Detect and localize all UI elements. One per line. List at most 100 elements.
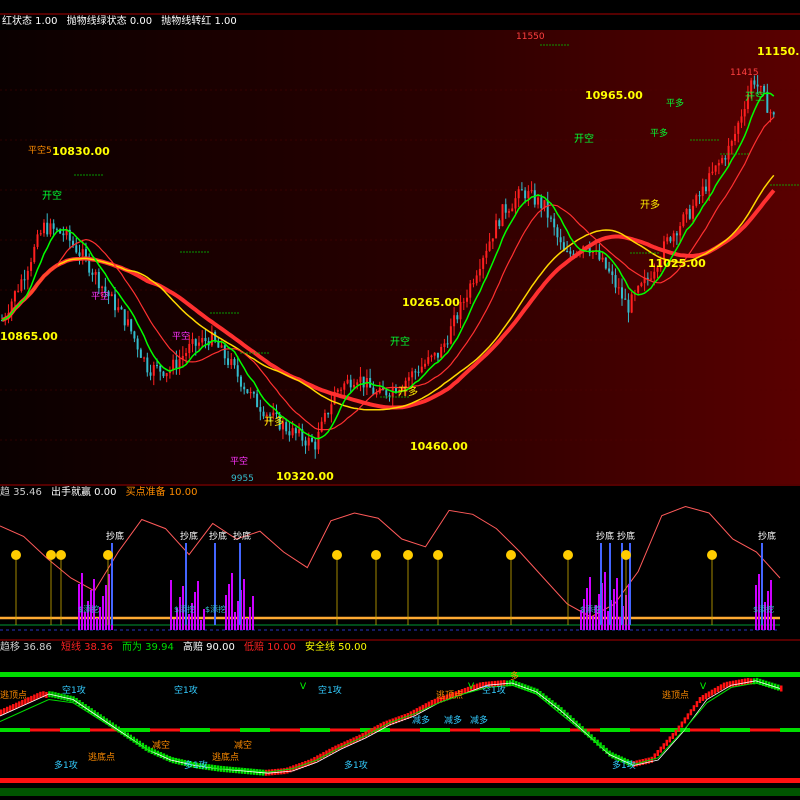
candle-body [514,198,517,209]
price-label-10320: 10320.00 [276,470,334,483]
signal-open-short: 开空 [42,191,62,202]
candle-body [117,307,120,311]
candle-body [449,326,452,344]
candle-body [685,208,688,215]
candle-body [62,233,65,236]
candle-body [666,237,669,242]
candle-body [540,197,543,209]
osc-header-item: 出手就赢 0.00 [51,487,117,498]
candle-body [152,365,155,376]
candle-body [511,208,514,212]
candle-body [446,343,449,345]
candle-body [75,245,78,253]
candle-body [204,337,207,342]
trend-bar [746,677,750,684]
trend-bar [18,701,21,708]
price-label-10460: 10460.00 [410,440,468,453]
candle-body [469,283,472,298]
histogram-bar [96,618,98,630]
trend-bar [0,709,3,716]
histogram-bar [197,581,199,630]
candle-body [721,158,724,164]
candle-body [52,223,55,229]
empty-attack-label: 空1攻 [174,686,198,696]
trend-bar [740,679,744,686]
escape-bottom-label: 逃底点 [88,753,116,763]
candle-body [414,371,417,373]
smiley-icon [707,550,717,560]
trend-header-item: 高赔 90.00 [183,642,235,653]
candle-body [456,315,459,320]
candle-body [139,349,142,358]
price-label-11415: 11415 [730,68,759,78]
red-status: 红状态 1.00 [2,16,58,27]
candle-body [417,371,420,373]
candle-body [430,355,433,358]
small-signal-label: $添挖 [205,605,227,614]
candle-body [20,279,23,291]
candle-body [491,238,494,242]
empty-attack-label: 空1攻 [318,686,342,696]
histogram-bar [81,573,83,630]
candle-body [627,299,630,313]
candle-body [433,352,436,356]
candle-body [291,428,294,436]
candle-body [191,339,194,344]
candle-body [101,286,104,289]
candle-body [753,80,756,85]
candle-body [504,204,507,213]
candle-body [453,315,456,327]
trend-bar [701,694,705,701]
trend-bar [656,750,660,757]
safety-line-segment [300,728,330,732]
histogram-bar [105,585,107,630]
candle-body [424,363,427,367]
trend-bar [743,678,747,685]
parabolic-green-status: 抛物线绿状态 0.00 [66,16,153,27]
smiley-icon [46,550,56,560]
candle-body [485,250,488,258]
candle-body [530,190,533,192]
safety-line-segment [180,728,210,732]
histogram-bar [773,619,775,630]
small-signal-label: $添挖 [174,605,196,614]
bottom-status-bar [0,778,800,783]
candle-body [411,371,414,378]
candle-body [159,365,162,372]
candle-body [537,197,540,205]
candle-body [701,186,704,196]
candle-body [766,91,769,113]
candle-body [256,393,259,408]
trend-bar [677,725,681,732]
v-label: V [468,682,475,692]
escape-top-label: 逃顶点 [436,691,464,701]
candle-body [46,222,49,235]
candle-body [178,358,181,369]
trend-bar [286,767,289,774]
candle-body [97,271,100,289]
candle-body [285,422,288,432]
price-label-10965: 10965.00 [585,89,643,102]
trend-bar [704,693,708,700]
candle-body [682,214,685,227]
osc-header-item: 趋 35.46 [0,487,42,498]
candle-body [114,294,117,311]
histogram-bar [170,580,172,630]
candle-body [298,429,301,434]
candle-body [346,379,349,384]
candle-body [679,226,682,236]
reduce-long-label: 减多 [444,716,463,726]
candle-body [126,319,129,326]
candle-body [772,112,775,115]
candle-body [388,395,391,397]
histogram-bar [228,584,230,630]
safety-line-segment [720,728,750,732]
trend-bar [6,706,9,713]
safety-line-segment [780,728,800,732]
histogram-bar [758,574,760,630]
candle-body [252,391,255,394]
candle-body [556,227,559,238]
histogram-bar [173,619,175,630]
trend-bar [12,704,15,711]
trend-bar [9,705,12,712]
